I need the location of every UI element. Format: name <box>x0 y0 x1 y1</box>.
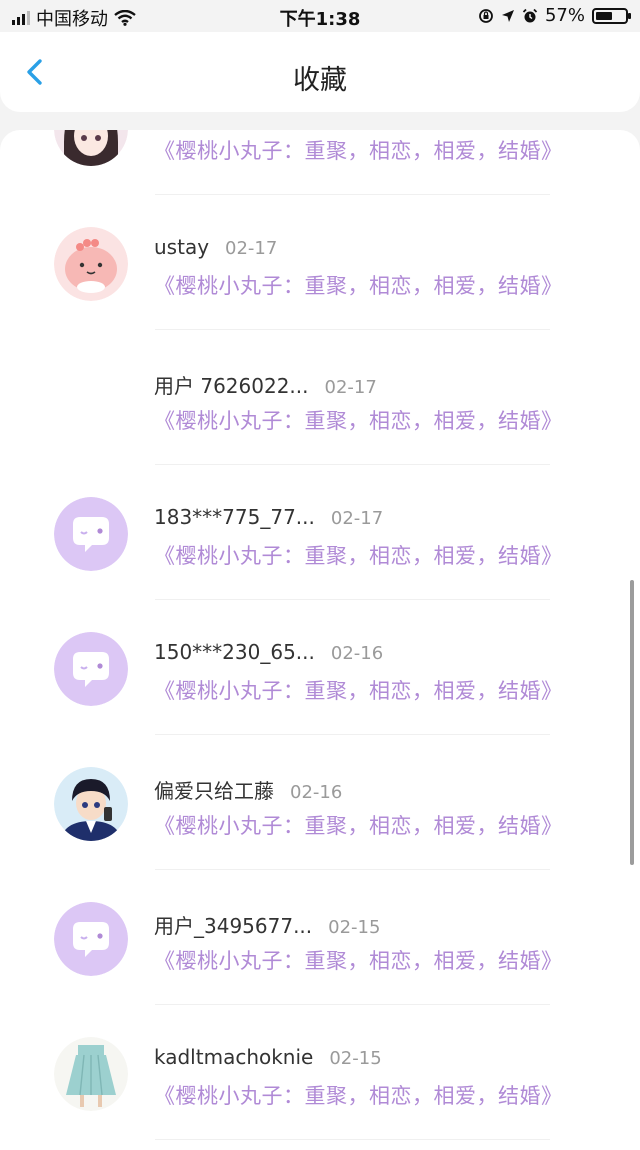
list-item[interactable]: 《樱桃小丸子：重聚，相恋，相爱，结婚》 <box>0 130 640 195</box>
status-bar: 中国移动 下午1:38 57% <box>0 0 640 32</box>
rotation-lock-icon <box>479 8 493 23</box>
list-item[interactable]: 用户 7626022... 02-17 《樱桃小丸子：重聚，相恋，相爱，结婚》 <box>0 330 640 465</box>
scrollbar[interactable] <box>630 580 634 865</box>
favorites-list: 《樱桃小丸子：重聚，相恋，相爱，结婚》 ustay 02-17 《樱桃小丸子：重… <box>0 130 640 1140</box>
list-item[interactable]: 偏爱只给工藤 02-16 《樱桃小丸子：重聚，相恋，相爱，结婚》 <box>0 735 640 870</box>
item-date: 02-15 <box>329 1048 382 1069</box>
list-item[interactable]: kadltmachoknie 02-15 《樱桃小丸子：重聚，相恋，相爱，结婚》 <box>0 1005 640 1140</box>
avatar[interactable] <box>54 767 128 841</box>
user-name[interactable]: kadltmachoknie <box>154 1045 313 1069</box>
user-name[interactable]: ustay <box>154 235 209 259</box>
avatar[interactable] <box>54 902 128 976</box>
user-name[interactable]: 183***775_77... <box>154 505 315 529</box>
item-date: 02-17 <box>225 238 278 259</box>
anime-boy-avatar-icon <box>54 767 128 841</box>
chat-bubble-avatar-icon <box>54 632 128 706</box>
page-title: 收藏 <box>293 65 347 96</box>
nav-header: 收藏 <box>0 32 640 112</box>
user-name[interactable]: 偏爱只给工藤 <box>154 775 274 804</box>
user-name[interactable]: 150***230_65... <box>154 640 315 664</box>
battery-icon <box>592 7 631 24</box>
avatar[interactable] <box>54 227 128 301</box>
item-date: 02-17 <box>330 508 384 529</box>
list-item[interactable]: 用户_3495677... 02-15 《樱桃小丸子：重聚，相恋，相爱，结婚》 <box>0 870 640 1005</box>
avatar[interactable] <box>54 632 128 706</box>
location-arrow-icon <box>501 9 514 22</box>
avatar[interactable] <box>54 497 128 571</box>
item-text[interactable]: 《樱桃小丸子：重聚，相恋，相爱，结婚》 <box>154 945 563 975</box>
avatar[interactable] <box>54 130 128 166</box>
list-item[interactable]: ustay 02-17 《樱桃小丸子：重聚，相恋，相爱，结婚》 <box>0 195 640 330</box>
item-date: 02-17 <box>324 377 377 398</box>
user-name[interactable]: 用户_3495677... <box>154 910 312 939</box>
skirt-avatar-icon <box>54 1037 128 1111</box>
list-item[interactable]: 183***775_77... 02-17 《樱桃小丸子：重聚，相恋，相爱，结婚… <box>0 465 640 600</box>
item-date: 02-16 <box>330 643 384 664</box>
chat-bubble-avatar-icon <box>54 902 128 976</box>
avatar[interactable] <box>54 1037 128 1111</box>
item-date: 02-16 <box>290 782 343 803</box>
pink-creature-avatar-icon <box>54 227 128 301</box>
favorites-list-card: 《樱桃小丸子：重聚，相恋，相爱，结婚》 ustay 02-17 《樱桃小丸子：重… <box>0 130 640 1150</box>
item-text[interactable]: 《樱桃小丸子：重聚，相恋，相爱，结婚》 <box>154 135 563 165</box>
avatar-empty[interactable] <box>54 362 128 436</box>
chat-bubble-avatar-icon <box>54 497 128 571</box>
user-name[interactable]: 用户 7626022... <box>154 370 309 399</box>
item-text[interactable]: 《樱桃小丸子：重聚，相恋，相爱，结婚》 <box>154 675 563 705</box>
item-text[interactable]: 《樱桃小丸子：重聚，相恋，相爱，结婚》 <box>154 405 563 435</box>
item-text[interactable]: 《樱桃小丸子：重聚，相恋，相爱，结婚》 <box>154 540 563 570</box>
battery-percent: 57% <box>544 5 585 26</box>
item-text[interactable]: 《樱桃小丸子：重聚，相恋，相爱，结婚》 <box>154 810 563 840</box>
item-date: 02-15 <box>328 917 381 938</box>
item-text[interactable]: 《樱桃小丸子：重聚，相恋，相爱，结婚》 <box>154 1080 563 1110</box>
alarm-icon <box>522 8 538 22</box>
list-item[interactable]: 150***230_65... 02-16 《樱桃小丸子：重聚，相恋，相爱，结婚… <box>0 600 640 735</box>
anime-girl-avatar-icon <box>54 130 128 166</box>
item-text[interactable]: 《樱桃小丸子：重聚，相恋，相爱，结婚》 <box>154 270 563 300</box>
